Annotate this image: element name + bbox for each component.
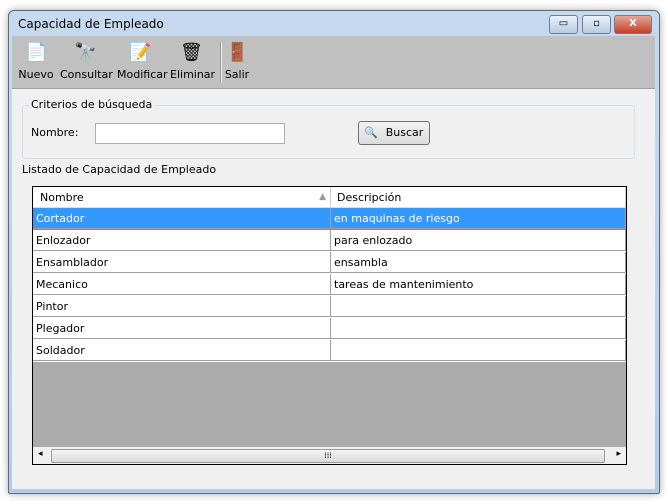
search-group-label: Criterios de búsqueda bbox=[29, 98, 155, 111]
minimize-button[interactable]: ▭ bbox=[549, 15, 578, 34]
maximize-button[interactable]: ▫ bbox=[582, 15, 611, 34]
cell-descripcion[interactable]: ensambla bbox=[331, 252, 626, 273]
scroll-left-icon[interactable]: ◂ bbox=[38, 449, 43, 459]
scroll-grip: ⁞⁞⁞ bbox=[324, 451, 332, 460]
trash-icon: 🗑 bbox=[180, 42, 203, 63]
horizontal-scrollbar[interactable]: ◂ ⁞⁞⁞ ▸ bbox=[33, 447, 626, 464]
toolbar: 📄 Nuevo 🔭 Consultar 📝 Modificar 🗑 Eliminar 🚪… bbox=[12, 36, 655, 89]
cell-descripcion[interactable]: en maquinas de riesgo bbox=[331, 208, 626, 229]
eliminar-button[interactable]: 🗑 Eliminar bbox=[170, 42, 216, 81]
nuevo-button[interactable]: 📄 Nuevo bbox=[18, 42, 54, 81]
name-label: Nombre: bbox=[31, 126, 79, 139]
cell-nombre[interactable]: Mecanico bbox=[33, 274, 331, 295]
search-icon: 🔍 bbox=[364, 126, 378, 139]
table-row[interactable]: Ensamblador ensambla bbox=[33, 252, 626, 274]
scroll-thumb[interactable]: ⁞⁞⁞ bbox=[51, 449, 605, 463]
table-row[interactable]: Cortador en maquinas de riesgo bbox=[33, 208, 626, 230]
search-group: Criterios de búsqueda Nombre: 🔍 Buscar bbox=[22, 98, 635, 159]
cell-descripcion[interactable]: tareas de mantenimiento bbox=[331, 274, 626, 295]
edit-icon: 📝 bbox=[129, 42, 152, 63]
scroll-right-icon[interactable]: ▸ bbox=[616, 449, 621, 459]
cell-nombre[interactable]: Soldador bbox=[33, 340, 331, 361]
cell-nombre[interactable]: Enlozador bbox=[33, 230, 331, 251]
sort-ascending-icon: ▲ bbox=[319, 192, 326, 202]
cell-descripcion[interactable] bbox=[331, 296, 626, 317]
cell-nombre[interactable]: Plegador bbox=[33, 318, 331, 339]
window: Capacidad de Empleado ▭ ▫ X 📄 Nuevo 🔭 Cons… bbox=[8, 10, 660, 494]
exit-door-icon: 🚪 bbox=[226, 42, 249, 63]
column-header-nombre[interactable]: Nombre ▲ bbox=[33, 187, 331, 208]
table-row[interactable]: Enlozador para enlozado bbox=[33, 230, 626, 252]
column-header-descripcion[interactable]: Descripción bbox=[331, 187, 626, 208]
cell-descripcion[interactable]: para enlozado bbox=[331, 230, 626, 251]
list-group-label: Listado de Capacidad de Empleado bbox=[20, 163, 219, 176]
buscar-button[interactable]: 🔍 Buscar bbox=[358, 121, 430, 145]
cell-nombre[interactable]: Pintor bbox=[33, 296, 331, 317]
header-label: Descripción bbox=[337, 191, 402, 204]
cell-descripcion[interactable] bbox=[331, 318, 626, 339]
window-title: Capacidad de Empleado bbox=[18, 17, 164, 31]
modificar-label: Modificar bbox=[117, 68, 168, 81]
client-area: 📄 Nuevo 🔭 Consultar 📝 Modificar 🗑 Eliminar 🚪… bbox=[12, 36, 655, 489]
table-row[interactable]: Plegador bbox=[33, 318, 626, 340]
cell-descripcion[interactable] bbox=[331, 340, 626, 361]
close-button[interactable]: X bbox=[614, 15, 652, 34]
table-row[interactable]: Mecanico tareas de mantenimiento bbox=[33, 274, 626, 296]
salir-label: Salir bbox=[224, 68, 250, 81]
header-label: Nombre bbox=[40, 191, 84, 204]
table-row[interactable]: Pintor bbox=[33, 296, 626, 318]
new-document-icon: 📄 bbox=[25, 42, 48, 63]
toolbar-separator bbox=[220, 43, 222, 83]
cell-nombre[interactable]: Cortador bbox=[33, 208, 331, 229]
consultar-label: Consultar bbox=[60, 68, 113, 81]
consultar-button[interactable]: 🔭 Consultar bbox=[60, 42, 113, 81]
eliminar-label: Eliminar bbox=[170, 68, 216, 81]
cell-nombre[interactable]: Ensamblador bbox=[33, 252, 331, 273]
salir-button[interactable]: 🚪 Salir bbox=[224, 42, 250, 81]
nuevo-label: Nuevo bbox=[18, 68, 54, 81]
name-input[interactable] bbox=[95, 123, 285, 144]
data-grid: Nombre ▲ Descripción Cortador en maquinas … bbox=[32, 186, 627, 465]
table-row[interactable]: Soldador bbox=[33, 340, 626, 362]
binoculars-icon: 🔭 bbox=[74, 42, 97, 63]
buscar-label: Buscar bbox=[385, 126, 424, 139]
modificar-button[interactable]: 📝 Modificar bbox=[117, 42, 168, 81]
